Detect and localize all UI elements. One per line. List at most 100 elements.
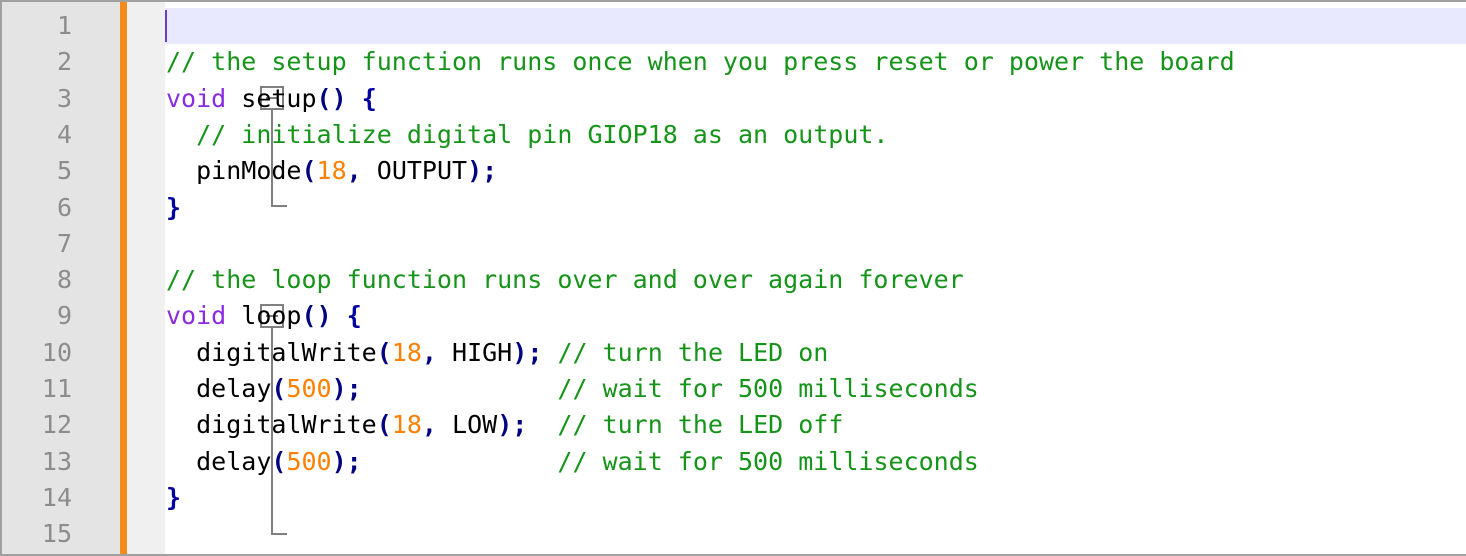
identifier-token: delay [196, 374, 272, 403]
code-line[interactable]: digitalWrite(18, LOW); // turn the LED o… [166, 407, 843, 443]
identifier-token: digitalWrite [196, 337, 377, 367]
change-history-bar [120, 2, 127, 554]
brace-token: } [166, 482, 182, 512]
keyword-token: void [166, 301, 227, 331]
line-number: 5 [56, 156, 72, 186]
operator-token: ) [331, 83, 347, 113]
operator-token: ( [301, 156, 317, 186]
operator-token: ( [271, 446, 287, 476]
comment-token: // wait for 500 milliseconds [557, 446, 979, 476]
code-line[interactable]: // the loop function runs over and over … [166, 262, 964, 298]
operator-token: ; [346, 374, 362, 403]
identifier-token: pinMode [196, 156, 302, 186]
operator-token: ) [316, 301, 332, 331]
comment-token: // turn the LED off [557, 410, 844, 440]
operator-token: ) [331, 446, 347, 476]
operator-token: ( [301, 301, 317, 331]
code-line[interactable]: // the setup function runs once when you… [166, 44, 1235, 80]
line-number: 4 [56, 119, 72, 149]
brace-token: { [346, 301, 362, 331]
operator-token: ) [497, 410, 513, 440]
code-line[interactable]: delay(500); // wait for 500 milliseconds [166, 371, 979, 407]
code-line[interactable]: delay(500); // wait for 500 milliseconds [166, 444, 979, 480]
code-line[interactable]: } [166, 190, 181, 226]
operator-token: ( [271, 374, 287, 403]
line-number: 15 [41, 519, 72, 549]
line-number: 6 [56, 192, 72, 222]
operator-token: , [346, 156, 362, 186]
brace-token: } [166, 192, 182, 222]
fold-margin[interactable] [127, 2, 287, 554]
operator-token: ; [527, 337, 543, 367]
identifier-token: loop [241, 301, 302, 331]
operator-token: ) [512, 337, 528, 367]
number-token: 18 [316, 156, 347, 186]
line-number-gutter: 1 2 3 4 5 6 7 8 9 10 11 12 13 14 15 [2, 2, 120, 554]
operator-token: ; [512, 410, 528, 440]
code-editor[interactable]: 1 2 3 4 5 6 7 8 9 10 11 12 13 14 15 // the setup funct… [0, 0, 1466, 556]
identifier-token: digitalWrite [196, 410, 377, 440]
code-line[interactable]: void setup() { [166, 81, 377, 117]
line-number: 12 [41, 410, 72, 440]
line-number: 10 [41, 337, 72, 367]
identifier-token: HIGH [452, 337, 513, 367]
number-token: 18 [391, 337, 422, 367]
identifier-token: LOW [452, 410, 498, 440]
code-line[interactable]: digitalWrite(18, HIGH); // turn the LED … [166, 335, 828, 371]
text-caret [165, 10, 167, 42]
operator-token: ; [346, 446, 362, 476]
code-line[interactable]: void loop() { [166, 298, 362, 334]
line-number: 9 [56, 301, 72, 331]
keyword-token: void [166, 83, 227, 113]
number-token: 500 [286, 446, 332, 476]
comment-token: // initialize digital pin GIOP18 as an o… [196, 119, 889, 149]
code-line[interactable]: pinMode(18, OUTPUT); [166, 153, 497, 189]
identifier-token: delay [196, 446, 272, 476]
code-line[interactable]: } [166, 480, 181, 516]
number-token: 18 [391, 410, 422, 440]
number-token: 500 [286, 374, 332, 403]
code-line[interactable]: // initialize digital pin GIOP18 as an o… [166, 117, 888, 153]
operator-token: ( [376, 337, 392, 367]
fold-end-marker [271, 533, 287, 535]
comment-token: // the loop function runs over and over … [166, 265, 964, 295]
brace-token: { [361, 83, 377, 113]
line-number: 1 [56, 11, 72, 40]
current-line-highlight [165, 8, 1466, 44]
line-number: 11 [41, 374, 72, 403]
identifier-token: OUTPUT [376, 156, 468, 186]
line-number: 3 [56, 83, 72, 113]
operator-token: ) [467, 156, 483, 186]
line-number: 8 [56, 265, 72, 295]
fold-end-marker [271, 205, 287, 207]
operator-token: ( [376, 410, 392, 440]
line-number: 13 [41, 446, 72, 476]
line-number: 14 [41, 482, 72, 512]
line-number: 2 [56, 47, 72, 77]
comment-token: // wait for 500 milliseconds [557, 374, 979, 403]
operator-token: ; [482, 156, 498, 186]
line-number: 7 [56, 228, 72, 258]
comment-token: // turn the LED on [557, 337, 829, 367]
operator-token: , [421, 410, 437, 440]
operator-token: , [421, 337, 437, 367]
operator-token: ) [331, 374, 347, 403]
operator-token: ( [316, 83, 332, 113]
